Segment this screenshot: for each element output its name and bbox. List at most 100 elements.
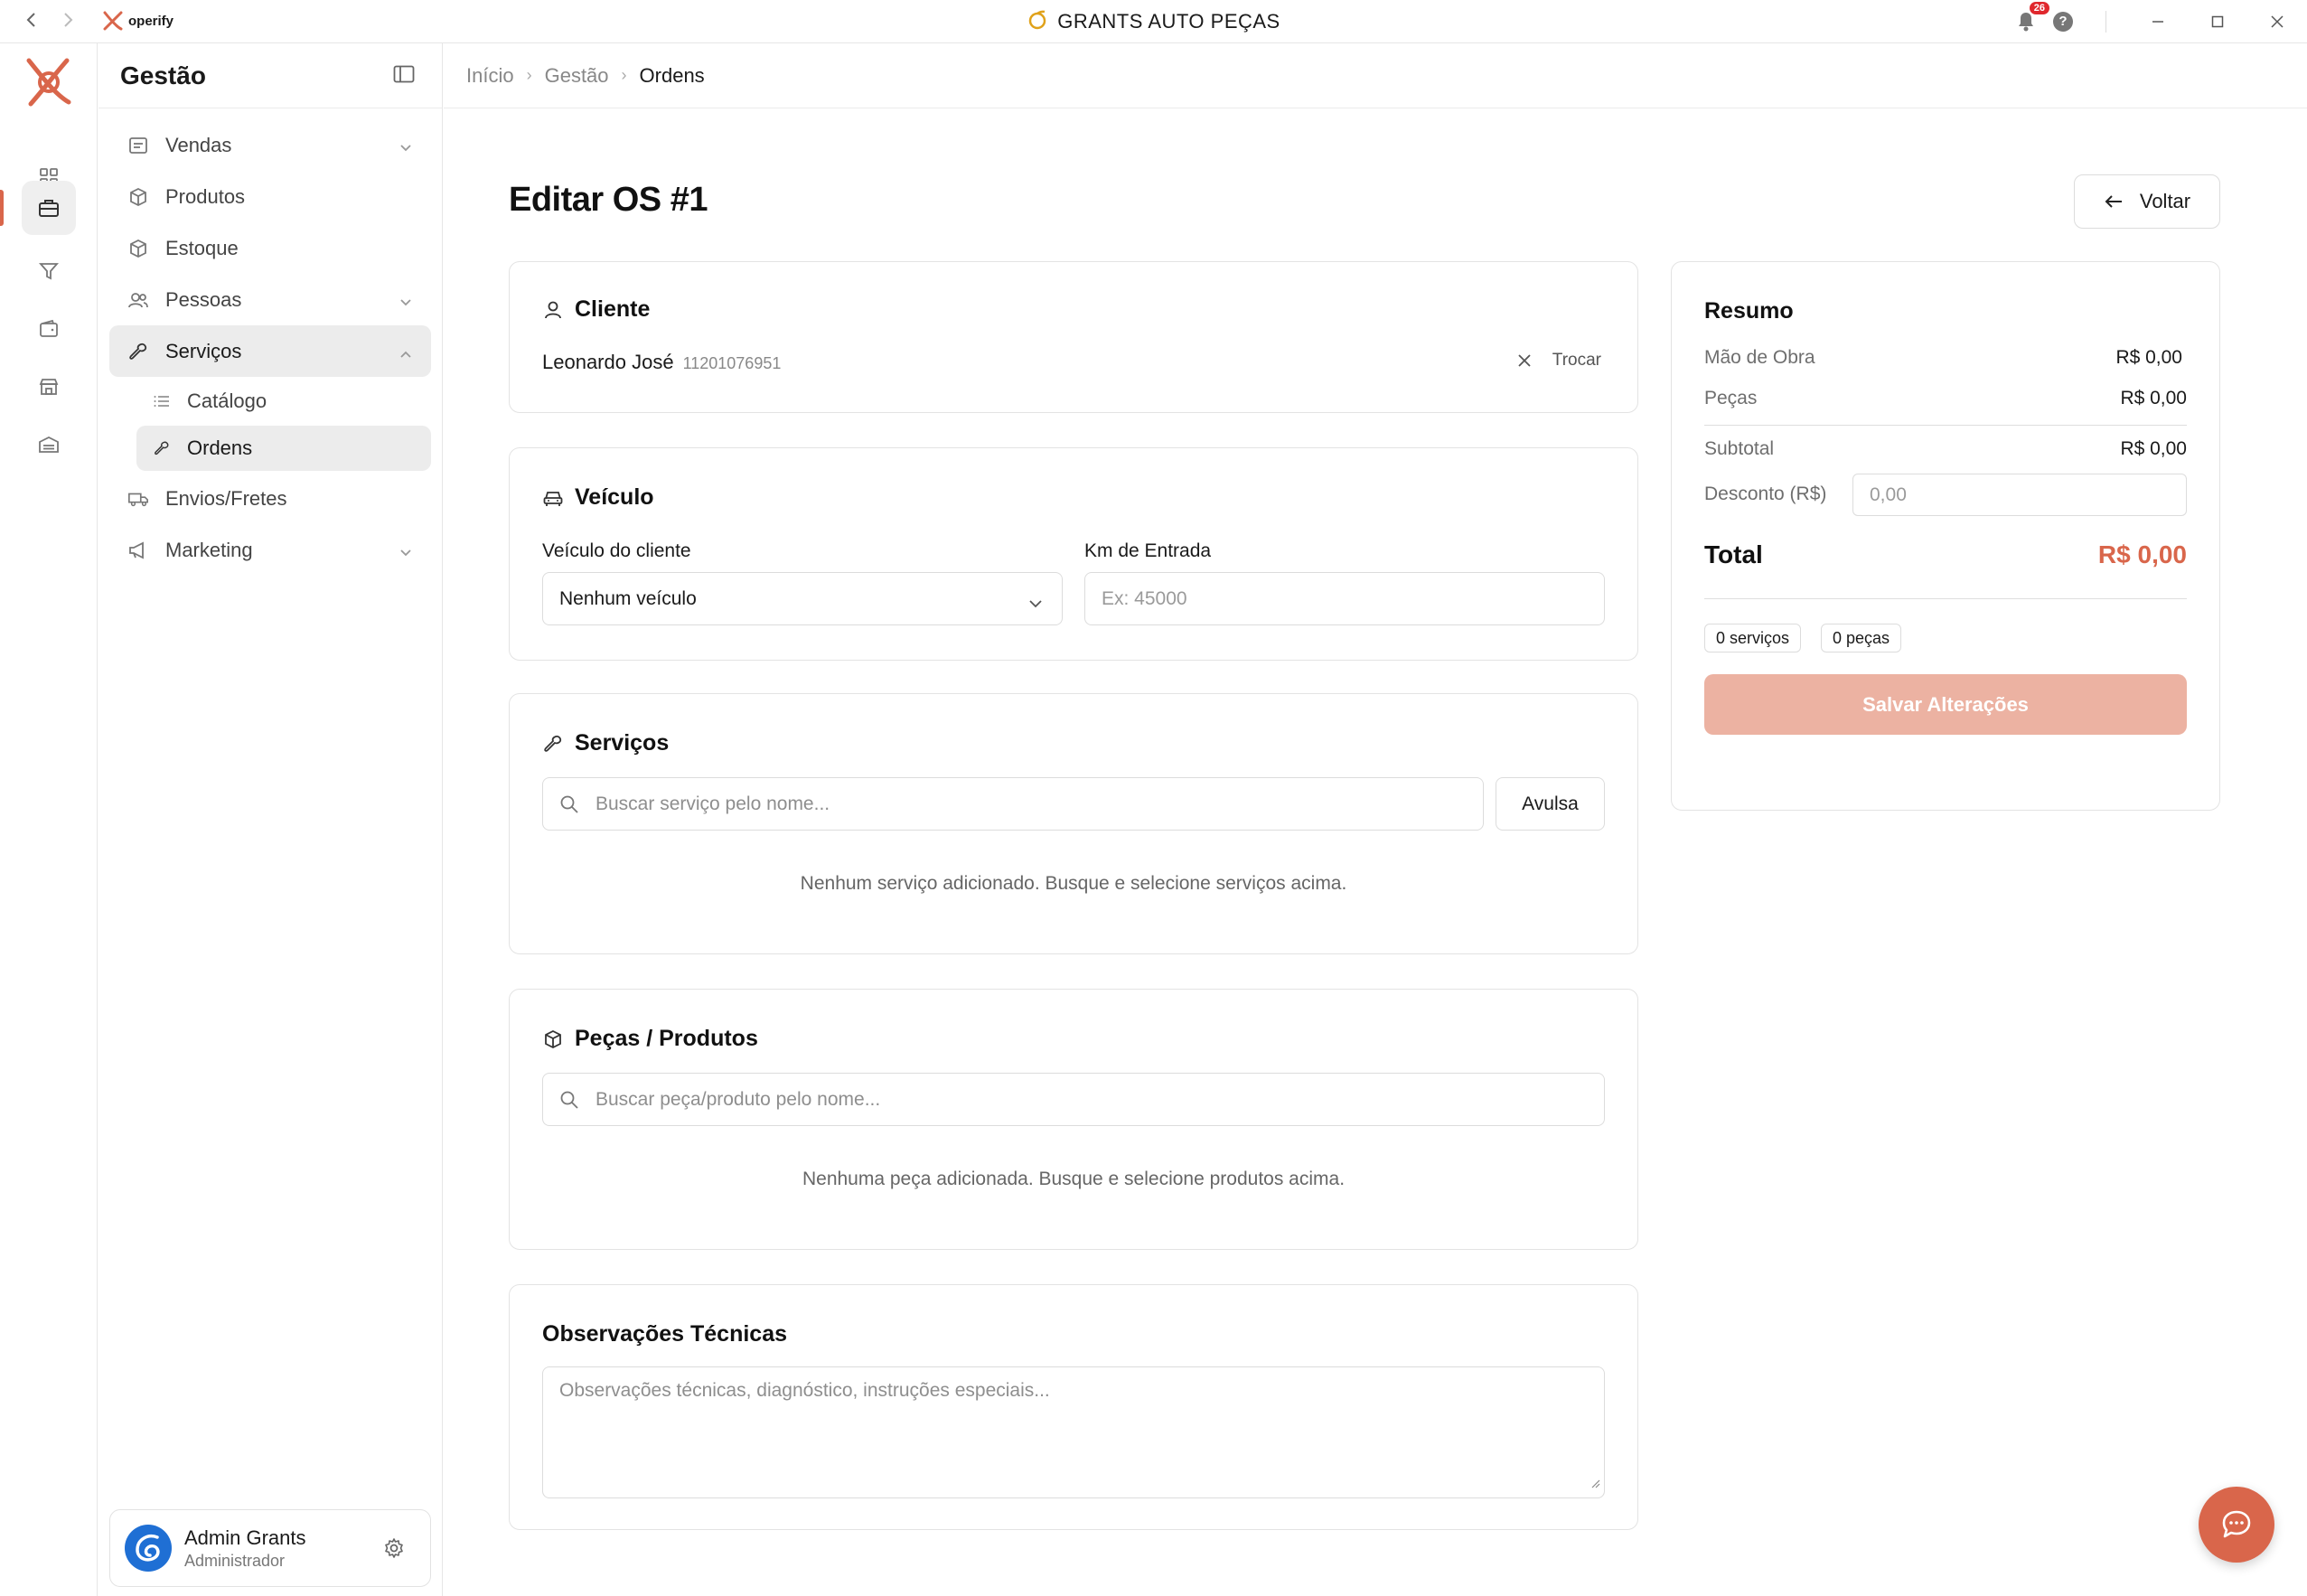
megaphone-icon xyxy=(127,540,149,561)
client-card-title-text: Cliente xyxy=(575,296,651,322)
back-button[interactable]: Voltar xyxy=(2074,174,2220,229)
discount-label: Desconto (R$) xyxy=(1704,483,1827,504)
change-client-button[interactable]: Trocar xyxy=(1516,351,1601,371)
parts-card-title-text: Peças / Produtos xyxy=(575,1026,758,1051)
resize-grip-icon[interactable] xyxy=(1590,1472,1600,1494)
vehicle-select[interactable]: Nenhum veículo xyxy=(542,572,1063,625)
close-icon xyxy=(2271,15,2284,28)
car-icon xyxy=(542,487,564,509)
sidebar-item-label: Marketing xyxy=(165,538,253,561)
services-card-title-text: Serviços xyxy=(575,730,670,756)
avatar xyxy=(125,1525,172,1572)
save-changes-button[interactable]: Salvar Alterações xyxy=(1704,674,2187,735)
breadcrumb-item[interactable]: Gestão xyxy=(545,64,609,88)
vehicle-select-value: Nenhum veículo xyxy=(559,587,697,609)
notification-bell[interactable]: 26 xyxy=(2015,2,2049,34)
sidebar-item-pessoas[interactable]: Pessoas xyxy=(109,274,431,325)
subtotal-label: Subtotal xyxy=(1704,438,1775,459)
sidebar-title: Gestão xyxy=(120,61,206,89)
window-title-text: GRANTS AUTO PEÇAS xyxy=(1057,9,1280,33)
parts-card: Peças / Produtos Buscar peça/produto pel… xyxy=(509,989,1638,1250)
sidebar-item-produtos[interactable]: Produtos xyxy=(109,171,431,222)
discount-input[interactable]: 0,00 xyxy=(1852,474,2187,516)
window-titlebar: operify GRANTS AUTO PEÇAS 26 ? xyxy=(0,0,2307,43)
store-logo-icon xyxy=(1027,9,1048,36)
sidebar-subitem-label: Ordens xyxy=(187,437,253,459)
search-icon xyxy=(559,1090,579,1115)
sidebar-toggle-icon[interactable] xyxy=(393,65,415,88)
rail-store[interactable] xyxy=(22,360,76,414)
summary-divider xyxy=(1704,598,2187,599)
breadcrumb: Início › Gestão › Ordens xyxy=(444,43,2307,108)
sidebar-header: Gestão xyxy=(98,43,442,108)
sidebar-item-label: Envios/Fretes xyxy=(165,486,287,510)
client-card-title: Cliente xyxy=(542,296,650,323)
sidebar-nav: Vendas Produtos Estoque Pessoas Serviços… xyxy=(109,119,431,576)
icon-rail xyxy=(0,43,98,1596)
wrench-icon xyxy=(127,341,149,362)
summary-row-parts: Peças R$ 0,00 xyxy=(1704,388,2187,409)
notes-textarea[interactable]: Observações técnicas, diagnóstico, instr… xyxy=(542,1366,1605,1498)
sidebar-subitem-catalogo[interactable]: Catálogo xyxy=(136,379,431,424)
summary-divider xyxy=(1704,425,2187,426)
total-label: Total xyxy=(1704,540,1763,568)
rail-wallet[interactable] xyxy=(22,302,76,356)
chevron-down-icon xyxy=(1027,593,1044,615)
parts-value: R$ 0,00 xyxy=(2120,388,2187,408)
chevron-up-icon xyxy=(399,342,413,365)
search-icon xyxy=(559,794,579,820)
gear-icon[interactable] xyxy=(383,1537,405,1563)
summary-title: Resumo xyxy=(1704,298,1794,324)
sidebar-item-label: Vendas xyxy=(165,133,232,156)
km-input[interactable]: Ex: 45000 xyxy=(1084,572,1605,625)
rail-warehouse[interactable] xyxy=(22,418,76,472)
rail-gestao[interactable] xyxy=(22,181,76,235)
minimize-button[interactable] xyxy=(2128,0,2188,43)
list-icon xyxy=(153,392,171,410)
rail-active-marker xyxy=(0,190,4,226)
services-card-title: Serviços xyxy=(542,730,669,756)
breadcrumb-separator-icon: › xyxy=(621,66,627,84)
summary-row-total: Total R$ 0,00 xyxy=(1704,540,2187,569)
notes-placeholder: Observações técnicas, diagnóstico, instr… xyxy=(559,1380,1050,1401)
user-card[interactable]: Admin Grants Administrador xyxy=(109,1509,431,1587)
back-button-label: Voltar xyxy=(2139,190,2191,212)
part-search-input[interactable]: Buscar peça/produto pelo nome... xyxy=(542,1073,1605,1126)
wrench-icon xyxy=(153,439,171,457)
parts-label: Peças xyxy=(1704,388,1758,408)
close-icon xyxy=(1518,354,1531,367)
sidebar-item-marketing[interactable]: Marketing xyxy=(109,524,431,576)
chevron-down-icon xyxy=(399,540,413,564)
sidebar-item-vendas[interactable]: Vendas xyxy=(109,119,431,171)
sidebar-subitem-ordens[interactable]: Ordens xyxy=(136,426,431,471)
chat-bubble-icon xyxy=(2222,1510,2251,1538)
truck-icon xyxy=(127,488,149,510)
client-info: Leonardo José 11201076951 xyxy=(542,351,781,374)
window-title: GRANTS AUTO PEÇAS xyxy=(0,9,2307,36)
notes-card-title: Observações Técnicas xyxy=(542,1321,787,1347)
close-window-button[interactable] xyxy=(2247,0,2307,43)
parts-empty-message: Nenhuma peça adicionada. Busque e seleci… xyxy=(802,1169,1346,1189)
vehicle-card-title: Veículo xyxy=(542,484,654,511)
sidebar-item-label: Estoque xyxy=(165,236,239,259)
sidebar-item-estoque[interactable]: Estoque xyxy=(109,222,431,274)
sidebar-subitem-label: Catálogo xyxy=(187,390,267,412)
brand-logo-icon[interactable] xyxy=(22,51,76,114)
box-icon xyxy=(127,186,149,208)
maximize-button[interactable] xyxy=(2188,0,2247,43)
wrench-icon xyxy=(542,733,564,755)
vehicle-card: Veículo Veículo do cliente Nenhum veícul… xyxy=(509,447,1638,661)
help-icon[interactable]: ? xyxy=(2053,12,2073,32)
chat-button[interactable] xyxy=(2199,1487,2274,1563)
service-search-input[interactable]: Buscar serviço pelo nome... xyxy=(542,777,1484,831)
client-phone: 11201076951 xyxy=(682,354,782,372)
user-logo-icon xyxy=(136,1535,160,1562)
sidebar-item-servicos[interactable]: Serviços xyxy=(109,325,431,377)
user-icon xyxy=(542,299,564,321)
breadcrumb-item[interactable]: Início xyxy=(466,64,514,88)
maximize-icon xyxy=(2211,15,2224,28)
rail-filters[interactable] xyxy=(22,244,76,298)
avulsa-button[interactable]: Avulsa xyxy=(1496,777,1605,831)
sidebar-item-envios[interactable]: Envios/Fretes xyxy=(109,473,431,524)
breadcrumb-current: Ordens xyxy=(639,63,705,87)
